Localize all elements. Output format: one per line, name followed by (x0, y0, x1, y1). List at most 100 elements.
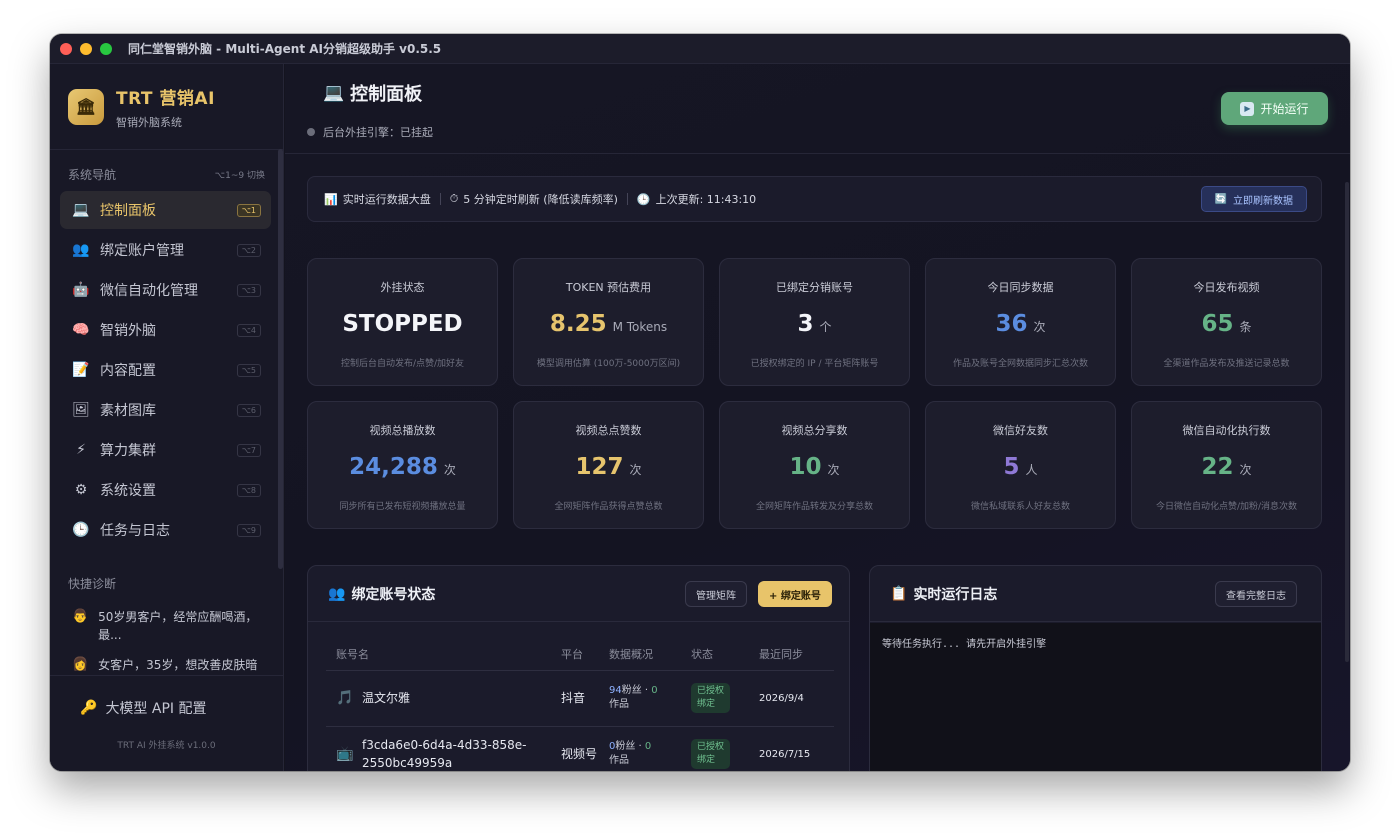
users-icon: 👥 (328, 585, 346, 602)
title-bar: 同仁堂智销外脑 - Multi-Agent AI分销超级助手 v0.5.5 (50, 34, 1350, 64)
sidebar-item[interactable]: 📝 内容配置 ⌥5 (60, 351, 271, 389)
stat-card-value-row: 5人 (926, 454, 1115, 484)
start-run-label: 开始运行 (1260, 102, 1309, 116)
table-row[interactable]: 📺 f3cda6e0-6d4a-4d33-858e-2550bc49959a 视频号… (326, 726, 834, 771)
last-sync-cell: 2026/9/4 (749, 670, 834, 727)
sidebar-item[interactable]: 🕒 任务与日志 ⌥9 (60, 511, 271, 549)
stat-card-value: STOPPED (342, 311, 463, 337)
table-row[interactable]: 🎵 温文尔雅 抖音 94粉丝 · 0 作品 已授权 绑定 2026/9/4 (326, 670, 834, 727)
app-window: 同仁堂智销外脑 - Multi-Agent AI分销超级助手 v0.5.5 🏛 … (50, 34, 1350, 771)
clipboard-icon: 📋 (890, 585, 908, 602)
clock-icon: 🕒 (636, 192, 651, 206)
fans-label: 粉丝 (621, 685, 642, 696)
stat-card-title: 今日发布视频 (1193, 281, 1260, 294)
account-name-text: 温文尔雅 (362, 691, 411, 705)
bar-chart-icon: 📊 (324, 192, 338, 206)
account-name: 📺 f3cda6e0-6d4a-4d33-858e-2550bc49959a (336, 736, 551, 771)
account-stats: 0粉丝 · 0 作品 (609, 741, 652, 766)
platform-cell: 视频号 (551, 726, 599, 771)
sidebar-item-label: 系统设置 (100, 483, 156, 499)
status-dot-icon (307, 128, 315, 136)
diagnosis-item[interactable]: 👨 50岁男客户，经常应酬喝酒，最... (50, 602, 283, 650)
start-run-button[interactable]: ▶ 开始运行 (1221, 92, 1328, 125)
stat-card-value: 24,288 (349, 454, 438, 480)
stat-card: 视频总播放数 24,288 次同步所有已发布短视频播放总量 (307, 401, 498, 529)
main-scrollbar[interactable] (1345, 182, 1349, 662)
shortcut-key: ⌥3 (236, 283, 261, 297)
status-cell: 已授权 绑定 (681, 726, 749, 771)
stat-card-value-row: 3个 (720, 311, 909, 341)
stat-card-title: 微信好友数 (993, 424, 1048, 437)
stat-card-description: 今日微信自动化点赞/加粉/消息次数 (1155, 502, 1298, 512)
stat-card-unit: 人 (1025, 463, 1038, 477)
stat-card: 外挂状态 STOPPED 控制后台自动发布/点赞/加好友 (307, 258, 498, 386)
nav-shortcut-hint: ⌥1~9 切换 (214, 171, 265, 181)
sidebar-item-label: 微信自动化管理 (100, 283, 198, 299)
nav-icon: 🧠 (72, 322, 90, 338)
works-count: 0 (644, 741, 652, 752)
sidebar-item[interactable]: ⚡ 算力集群 ⌥7 (60, 431, 271, 469)
diagnosis-heading: 快捷诊断 (68, 577, 117, 591)
sidebar: 🏛 TRT 营销AI 智销外脑系统 系统导航 ⌥1~9 切换 💻 控制面板 ⌥1 👥 绑… (50, 64, 284, 771)
column-header: 账号名 (326, 638, 551, 671)
shortcut-key: ⌥7 (236, 443, 261, 457)
sidebar-item[interactable]: 🧠 智销外脑 ⌥4 (60, 311, 271, 349)
stat-card: 今日同步数据 36 次作品及账号全网数据同步汇总次数 (925, 258, 1116, 386)
maximize-window-button[interactable] (100, 42, 112, 55)
stat-card-value-row: 65 条 (1132, 311, 1321, 341)
stat-card-value-row: 36 次 (926, 311, 1115, 341)
sidebar-item[interactable]: 🤖 微信自动化管理 ⌥3 (60, 271, 271, 309)
last-sync-cell: 2026/7/15 (749, 726, 834, 771)
log-panel-title-text: 实时运行日志 (913, 586, 998, 603)
sidebar-item-label: 绑定账户管理 (100, 243, 184, 259)
refresh-data-button[interactable]: 🔄 立即刷新数据 (1200, 186, 1307, 212)
brand-subtitle: 智销外脑系统 (116, 115, 182, 129)
accounts-panel-title: 👥 绑定账号状态 (328, 584, 435, 604)
account-cell: 🎵 温文尔雅 (326, 670, 551, 727)
nav-icon: 👥 (72, 242, 90, 258)
minimize-window-button[interactable] (80, 42, 92, 55)
account-cell: 📺 f3cda6e0-6d4a-4d33-858e-2550bc49959a (326, 726, 551, 771)
refresh-interval-text: 5 分钟定时刷新 (降低读库频率) (463, 193, 618, 206)
close-window-button[interactable] (60, 42, 72, 55)
sidebar-item-label: 内容配置 (100, 363, 156, 379)
stat-card-value: 10 (789, 454, 822, 480)
shortcut-key: ⌥6 (236, 403, 261, 417)
sidebar-item-label: 素材图库 (100, 403, 156, 419)
stat-card-title: 今日同步数据 (987, 281, 1054, 294)
log-panel: 📋 实时运行日志 查看完整日志 等待任务执行... 请先开启外挂引擎 (869, 565, 1322, 771)
data-status-bar: 📊 实时运行数据大盘 ⏱ 5 分钟定时刷新 (降低读库频率) 🕒 上次更新: 1… (307, 176, 1322, 222)
stat-card-title: 视频总播放数 (369, 424, 436, 437)
stat-card-value: 36 (995, 311, 1028, 337)
stat-card: 已绑定分销账号 3 个已授权绑定的 IP / 平台矩阵账号 (719, 258, 910, 386)
sidebar-scrollbar[interactable] (278, 149, 283, 569)
sidebar-item[interactable]: ⚙ 系统设置 ⌥8 (60, 471, 271, 509)
api-config-button[interactable]: 🔑 大模型 API 配置 (50, 676, 283, 718)
stat-card-value: 65 (1201, 311, 1234, 337)
sidebar-item[interactable]: 👥 绑定账户管理 ⌥2 (60, 231, 271, 269)
window-controls (60, 42, 112, 55)
last-update: 🕒 上次更新: 11:43:10 (637, 191, 756, 207)
stat-card-title: 视频总分享数 (781, 424, 848, 437)
stat-card-value-row: 22 次 (1132, 454, 1321, 484)
divider (626, 193, 628, 205)
fans-count: 94 (609, 685, 622, 696)
view-full-log-button[interactable]: 查看完整日志 (1215, 581, 1297, 607)
log-output: 等待任务执行... 请先开启外挂引擎 (870, 623, 1321, 771)
stat-card-unit: 个 (819, 320, 832, 334)
stat-card-unit: 次 (827, 463, 840, 477)
stat-card-value: 127 (575, 454, 624, 480)
stat-card-description: 全网矩阵作品转发及分享总数 (755, 502, 873, 512)
nav-heading-label: 系统导航 (68, 168, 117, 182)
stat-card-title: 视频总点赞数 (575, 424, 642, 437)
page-title: 💻 控制面板 (323, 80, 422, 106)
status-badge: 已授权 绑定 (691, 739, 731, 769)
manage-matrix-button[interactable]: 管理矩阵 (685, 581, 747, 607)
bind-account-button[interactable]: + 绑定账号 (758, 581, 832, 607)
stat-card: TOKEN 预估费用 8.25 M Tokens 模型调用估算 (100万-5000万… (513, 258, 704, 386)
stat-card-value: 5 (1003, 454, 1020, 480)
sidebar-item-label: 智销外脑 (100, 323, 156, 339)
sidebar-item[interactable]: 💻 控制面板 ⌥1 (60, 191, 271, 229)
nav-icon: ⚡ (76, 442, 86, 458)
sidebar-item[interactable]: 🖼 素材图库 ⌥6 (60, 391, 271, 429)
